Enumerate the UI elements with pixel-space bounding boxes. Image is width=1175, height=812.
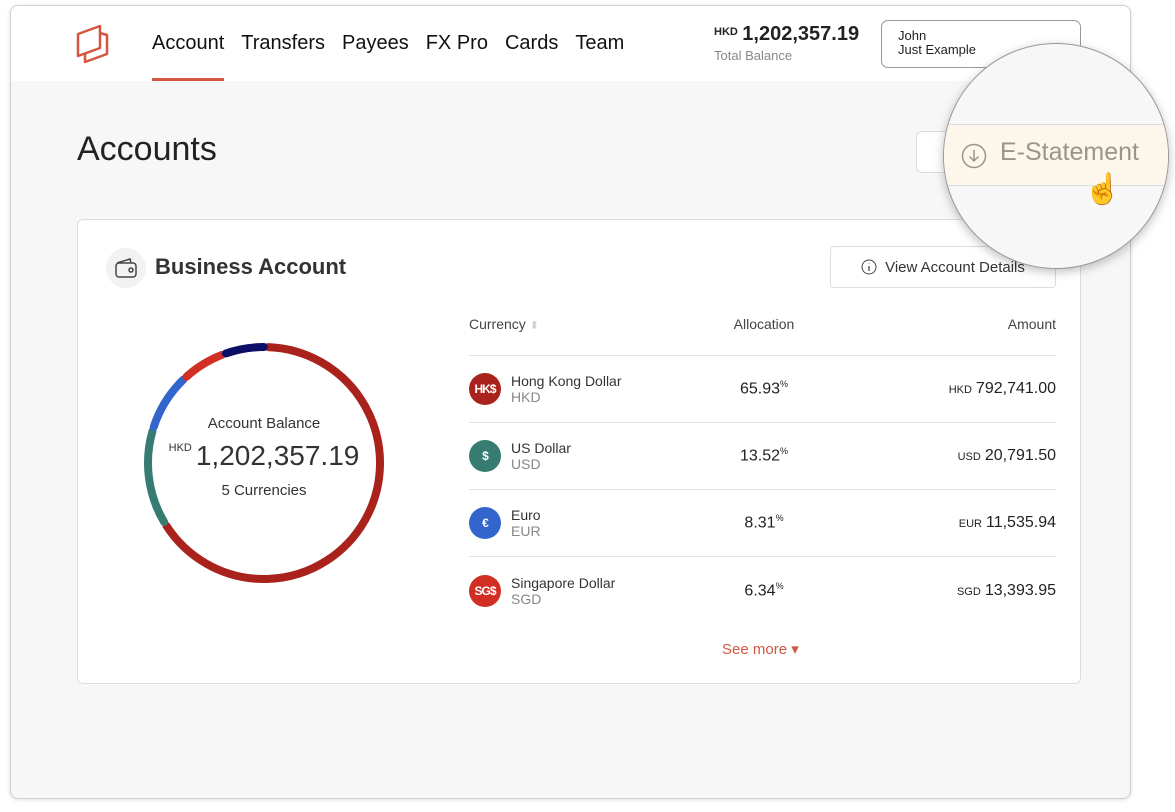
table-row[interactable]: $ US Dollar USD 13.52% USD 20,791.50 (469, 423, 1056, 490)
allocation-column-header: Allocation (733, 316, 795, 332)
pointer-hand-cursor-icon: ☝ (1084, 173, 1122, 206)
donut-center: Account Balance HKD 1,202,357.19 5 Curren… (144, 415, 384, 499)
currency-cell: SG$ Singapore Dollar SGD (469, 574, 689, 607)
info-icon (861, 259, 877, 275)
currency-column-header[interactable]: Currency ⬍ (469, 316, 689, 355)
top-header: Account Transfers Payees FX Pro Cards Team HK… (11, 6, 1130, 81)
table-row[interactable]: HK$ Hong Kong Dollar HKD 65.93% HKD 792,741… (469, 356, 1056, 423)
table-header: Currency ⬍ Allocation Amount (469, 316, 1056, 356)
business-account-card: Business Account View Account Details Ac… (77, 219, 1081, 684)
allocation-value: 6.34 (744, 582, 776, 600)
currency-flag-icon: HK$ (469, 373, 501, 405)
page-title: Accounts (77, 130, 217, 168)
amount-value: 11,535.94 (986, 514, 1056, 531)
amount-currency: SGD (956, 585, 981, 598)
donut-segment-3 (182, 350, 226, 381)
view-account-details-label: View Account Details (885, 258, 1025, 276)
currency-code: SGD (511, 590, 542, 607)
brand-logo (76, 24, 109, 64)
balance-amount: 1,202,357.19 (195, 440, 360, 471)
currency-count: 5 Currencies (221, 482, 307, 499)
currency-name: US Dollar (511, 440, 571, 456)
allocation-value: 8.31 (744, 514, 776, 532)
amount-currency: USD (957, 451, 981, 463)
account-balance: HKD 1,202,357.19 (144, 440, 384, 472)
amount-value: 792,741.00 (975, 380, 1056, 397)
amount-cell: SGD 13,393.95 (839, 582, 1056, 600)
table-row[interactable]: € Euro EUR 8.31% EUR 11,535.94 (469, 490, 1056, 557)
amount-cell: HKD 792,741.00 (839, 380, 1056, 398)
amount-cell: USD 20,791.50 (839, 447, 1056, 465)
currency-code: EUR (511, 523, 541, 539)
balance-label: Account Balance (207, 415, 321, 432)
currency-header-label: Currency (469, 316, 526, 332)
e-statement-label: E-Statement (1000, 138, 1139, 166)
donut-segment-4 (221, 343, 268, 358)
currency-flag-icon: € (469, 507, 501, 539)
percent-sign: % (775, 580, 784, 591)
nav-tab-cards[interactable]: Cards (505, 32, 558, 55)
table-row[interactable]: SG$ Singapore Dollar SGD 6.34% SGD 13,393.9… (469, 557, 1056, 624)
magnifier-callout: E-Statement ☝ (943, 43, 1169, 269)
sort-icon: ⬍ (529, 320, 539, 332)
currency-code: USD (511, 456, 541, 472)
allocation-value: 65.93 (739, 380, 781, 398)
currency-flag-icon: SG$ (469, 574, 501, 607)
currency-cell: $ US Dollar USD (469, 440, 689, 472)
total-balance-label: Total Balance (714, 48, 793, 63)
currency-name: Euro (511, 507, 541, 523)
percent-sign: % (780, 379, 789, 390)
see-more-link[interactable]: See more ▾ (722, 640, 799, 658)
allocation-cell: 6.34% (689, 581, 839, 600)
nav-tab-account[interactable]: Account (152, 32, 225, 81)
total-balance-amount: 1,202,357.19 (742, 23, 860, 45)
currency-code: HKD (511, 389, 541, 405)
wallet-icon (106, 248, 146, 288)
allocation-cell: 65.93% (689, 379, 839, 398)
allocation-cell: 13.52% (689, 446, 839, 465)
currency-flag-icon: $ (469, 440, 501, 472)
amount-value: 13,393.95 (984, 581, 1056, 599)
currency-code: HKD (714, 26, 738, 38)
e-statement-button-magnified[interactable]: E-Statement (944, 124, 1168, 186)
amount-cell: EUR 11,535.94 (839, 514, 1056, 532)
amount-value: 20,791.50 (984, 447, 1056, 464)
percent-sign: % (775, 513, 784, 524)
percent-sign: % (780, 446, 789, 457)
currency-cell: € Euro EUR (469, 507, 689, 539)
currency-name: Singapore Dollar (511, 574, 616, 591)
balance-currency: HKD (168, 442, 192, 454)
download-icon (961, 143, 987, 169)
amount-column-header: Amount (1007, 316, 1056, 332)
user-name: John (898, 28, 927, 43)
allocation-cell: 8.31% (689, 513, 839, 532)
main-nav: Account Transfers Payees FX Pro Cards Team (152, 32, 624, 81)
account-title: Business Account (155, 254, 347, 279)
amount-currency: HKD (948, 384, 972, 396)
nav-tab-transfers[interactable]: Transfers (241, 32, 325, 55)
total-balance: HKD 1,202,357.19 Total Balance (714, 23, 859, 63)
nav-tab-payees[interactable]: Payees (342, 32, 409, 55)
nav-tab-fx-pro[interactable]: FX Pro (426, 32, 488, 55)
currency-name: Hong Kong Dollar (511, 373, 622, 389)
nav-tab-team[interactable]: Team (575, 32, 624, 55)
currency-cell: HK$ Hong Kong Dollar HKD (469, 373, 689, 405)
amount-currency: EUR (958, 518, 982, 530)
currency-table: Currency ⬍ Allocation Amount HK$ Hong Kon… (469, 316, 1056, 624)
allocation-value: 13.52 (739, 447, 781, 465)
